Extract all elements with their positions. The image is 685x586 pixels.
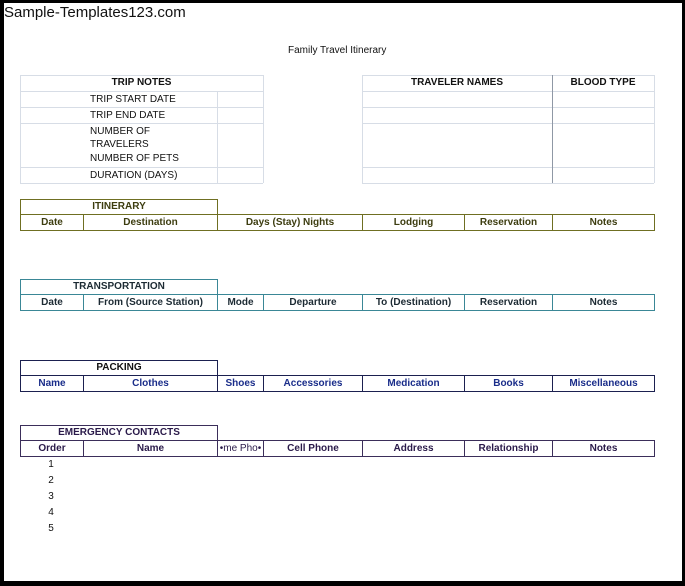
trip-end-date-value[interactable] [218, 108, 262, 123]
emergency-order-1: 1 [48, 459, 54, 470]
transportation-col-departure: Departure [264, 295, 363, 310]
packing-col-shoes: Shoes [218, 376, 264, 391]
packing-col-accessories: Accessories [264, 376, 363, 391]
number-of-travelers-value[interactable] [218, 124, 262, 152]
transportation-title: TRANSPORTATION [20, 279, 218, 295]
emergency-col-order: Order [21, 441, 84, 456]
itinerary-col-date: Date [21, 215, 84, 230]
itinerary-header-row: Date Destination Days (Stay) Nights Lodg… [20, 214, 655, 231]
number-of-travelers-label-line2: TRAVELERS [90, 139, 149, 150]
itinerary-col-reservation: Reservation [465, 215, 553, 230]
emergency-order-2: 2 [48, 475, 54, 486]
duration-days-label: DURATION (DAYS) [90, 170, 178, 181]
packing-col-clothes: Clothes [84, 376, 218, 391]
traveler-names-header: TRAVELER NAMES [410, 77, 504, 88]
trip-notes-header: TRIP NOTES [111, 77, 172, 88]
emergency-col-notes: Notes [589, 443, 618, 454]
transportation-col-notes: Notes [589, 297, 618, 308]
emergency-contacts-header-row: Order Name •me Pho• Cell Phone Address R… [20, 440, 655, 457]
packing-col-miscellaneous: Miscellaneous [569, 378, 638, 389]
emergency-col-cell-phone: Cell Phone [264, 441, 363, 456]
document-page: Sample-Templates123.com Family Travel It… [4, 3, 682, 581]
trip-end-date-label: TRIP END DATE [90, 110, 166, 121]
transportation-col-mode: Mode [218, 295, 264, 310]
emergency-col-name: Name [84, 441, 218, 456]
packing-col-name: Name [21, 376, 84, 391]
transportation-col-from: From (Source Station) [84, 295, 218, 310]
duration-days-value[interactable] [218, 168, 262, 183]
number-of-travelers-label-line1: NUMBER OF [90, 126, 150, 137]
document-title: Family Travel Itinerary [288, 45, 387, 56]
emergency-order-5: 5 [48, 523, 54, 534]
packing-header-row: Name Clothes Shoes Accessories Medicatio… [20, 375, 655, 392]
itinerary-col-notes: Notes [589, 217, 618, 228]
itinerary-col-destination: Destination [84, 215, 218, 230]
itinerary-title: ITINERARY [20, 199, 218, 215]
transportation-header-row: Date From (Source Station) Mode Departur… [20, 294, 655, 311]
watermark: Sample-Templates123.com [4, 4, 186, 21]
emergency-col-relationship: Relationship [465, 441, 553, 456]
itinerary-col-days-stay-nights: Days (Stay) Nights [218, 215, 363, 230]
packing-title: PACKING [20, 360, 218, 376]
emergency-contacts-title: EMERGENCY CONTACTS [20, 425, 218, 441]
emergency-order-4: 4 [48, 507, 54, 518]
transportation-col-to: To (Destination) [363, 295, 465, 310]
number-of-pets-label: NUMBER OF PETS [90, 153, 179, 164]
packing-col-books: Books [465, 376, 553, 391]
number-of-pets-value[interactable] [218, 152, 262, 167]
emergency-col-home-phone: •me Pho• [218, 441, 264, 456]
trip-start-date-value[interactable] [218, 92, 262, 107]
packing-col-medication: Medication [363, 376, 465, 391]
transportation-col-date: Date [21, 295, 84, 310]
blood-type-header: BLOOD TYPE [570, 77, 636, 88]
emergency-col-address: Address [363, 441, 465, 456]
emergency-order-3: 3 [48, 491, 54, 502]
transportation-col-reservation: Reservation [465, 295, 553, 310]
itinerary-col-lodging: Lodging [363, 215, 465, 230]
trip-start-date-label: TRIP START DATE [90, 94, 176, 105]
